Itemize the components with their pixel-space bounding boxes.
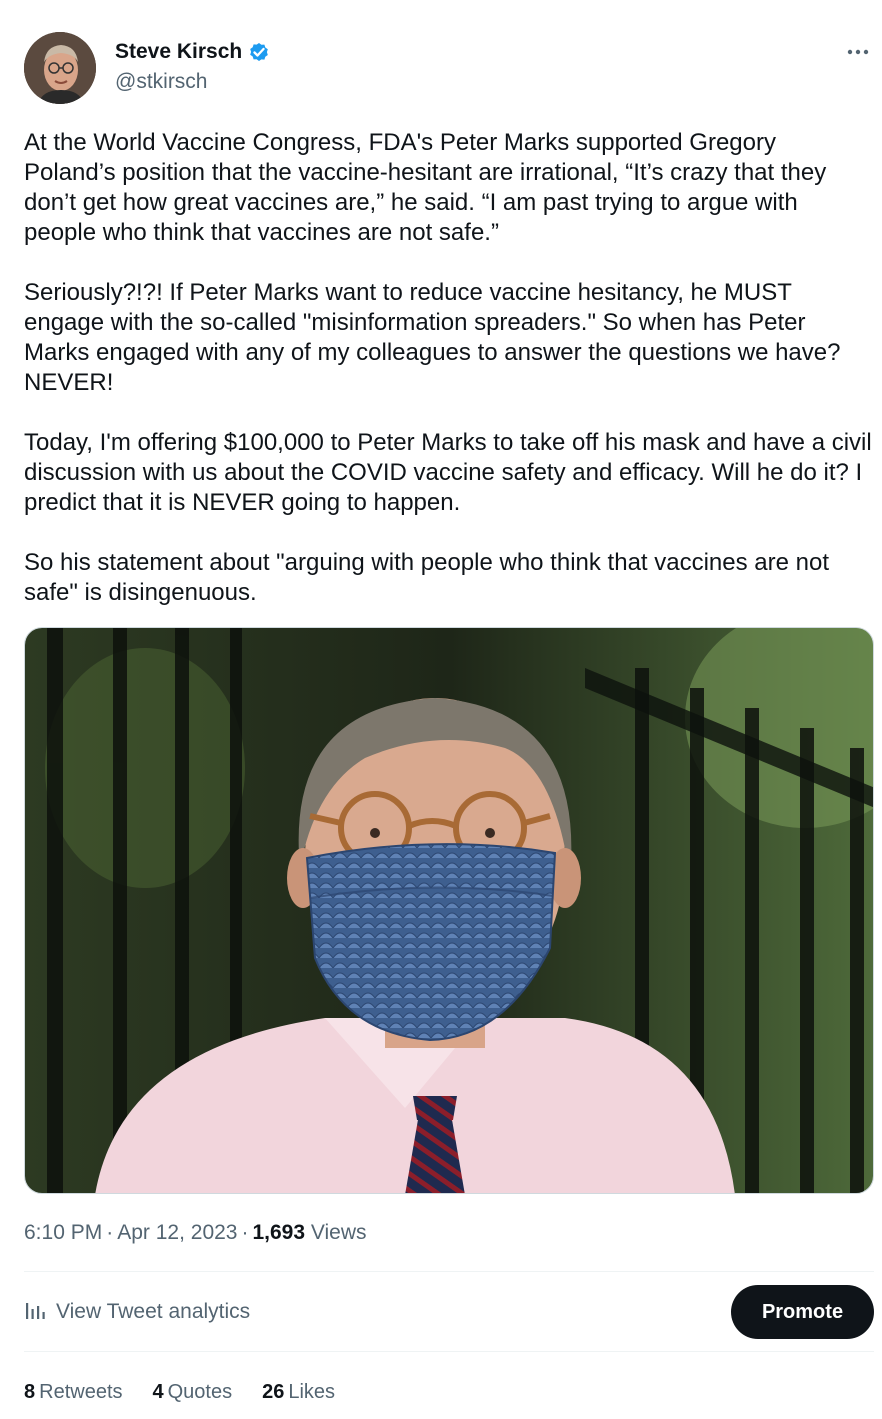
- meta-separator: ·: [106, 1221, 114, 1244]
- author-display-name[interactable]: Steve Kirsch: [115, 40, 242, 64]
- avatar-image: [24, 32, 96, 104]
- view-analytics-link[interactable]: View Tweet analytics: [24, 1296, 250, 1328]
- views-label: Views: [310, 1221, 367, 1244]
- divider: [24, 1351, 874, 1352]
- quotes-stat[interactable]: 4 Quotes: [153, 1377, 233, 1407]
- tweet-media-photo[interactable]: [24, 627, 874, 1194]
- name-row: Steve Kirsch: [115, 38, 271, 66]
- analytics-label: View Tweet analytics: [56, 1300, 251, 1323]
- tweet-paragraph: At the World Vaccine Congress, FDA's Pet…: [24, 129, 827, 246]
- tweet-time[interactable]: 6:10 PM: [24, 1221, 102, 1244]
- tweet-paragraph: So his statement about "arguing with peo…: [24, 549, 830, 606]
- stat-label: Likes: [288, 1381, 336, 1403]
- bar-chart-icon: [24, 1299, 46, 1326]
- tweet-stats: 8 Retweets 4 Quotes 26 Likes: [24, 1377, 365, 1407]
- meta-separator: ·: [241, 1221, 249, 1244]
- stat-label: Retweets: [39, 1381, 123, 1403]
- tweet-header: Steve Kirsch @stkirsch: [24, 32, 874, 106]
- tweet-paragraph: Seriously?!?! If Peter Marks want to red…: [24, 279, 841, 396]
- tweet-paragraph: Today, I'm offering $100,000 to Peter Ma…: [24, 429, 872, 516]
- views-count: 1,693: [252, 1221, 306, 1244]
- stat-count: 4: [152, 1381, 164, 1403]
- more-options-icon[interactable]: [844, 40, 872, 64]
- retweets-stat[interactable]: 8 Retweets: [24, 1377, 123, 1407]
- author-info: Steve Kirsch @stkirsch: [115, 38, 271, 94]
- avatar[interactable]: [24, 32, 96, 104]
- tweet-meta: 6:10 PM · Apr 12, 2023 · 1,693 Views: [24, 1218, 367, 1248]
- photo-masked-man: [25, 628, 873, 1193]
- stat-label: Quotes: [167, 1381, 233, 1403]
- tweet-text: At the World Vaccine Congress, FDA's Pet…: [24, 128, 874, 608]
- tweet-date[interactable]: Apr 12, 2023: [117, 1221, 237, 1244]
- stat-count: 8: [24, 1381, 36, 1403]
- promote-button[interactable]: Promote: [731, 1285, 874, 1339]
- author-handle[interactable]: @stkirsch: [115, 70, 271, 94]
- likes-stat[interactable]: 26 Likes: [262, 1377, 335, 1407]
- divider: [24, 1271, 874, 1272]
- stat-count: 26: [262, 1381, 285, 1403]
- verified-badge-icon: [247, 40, 271, 64]
